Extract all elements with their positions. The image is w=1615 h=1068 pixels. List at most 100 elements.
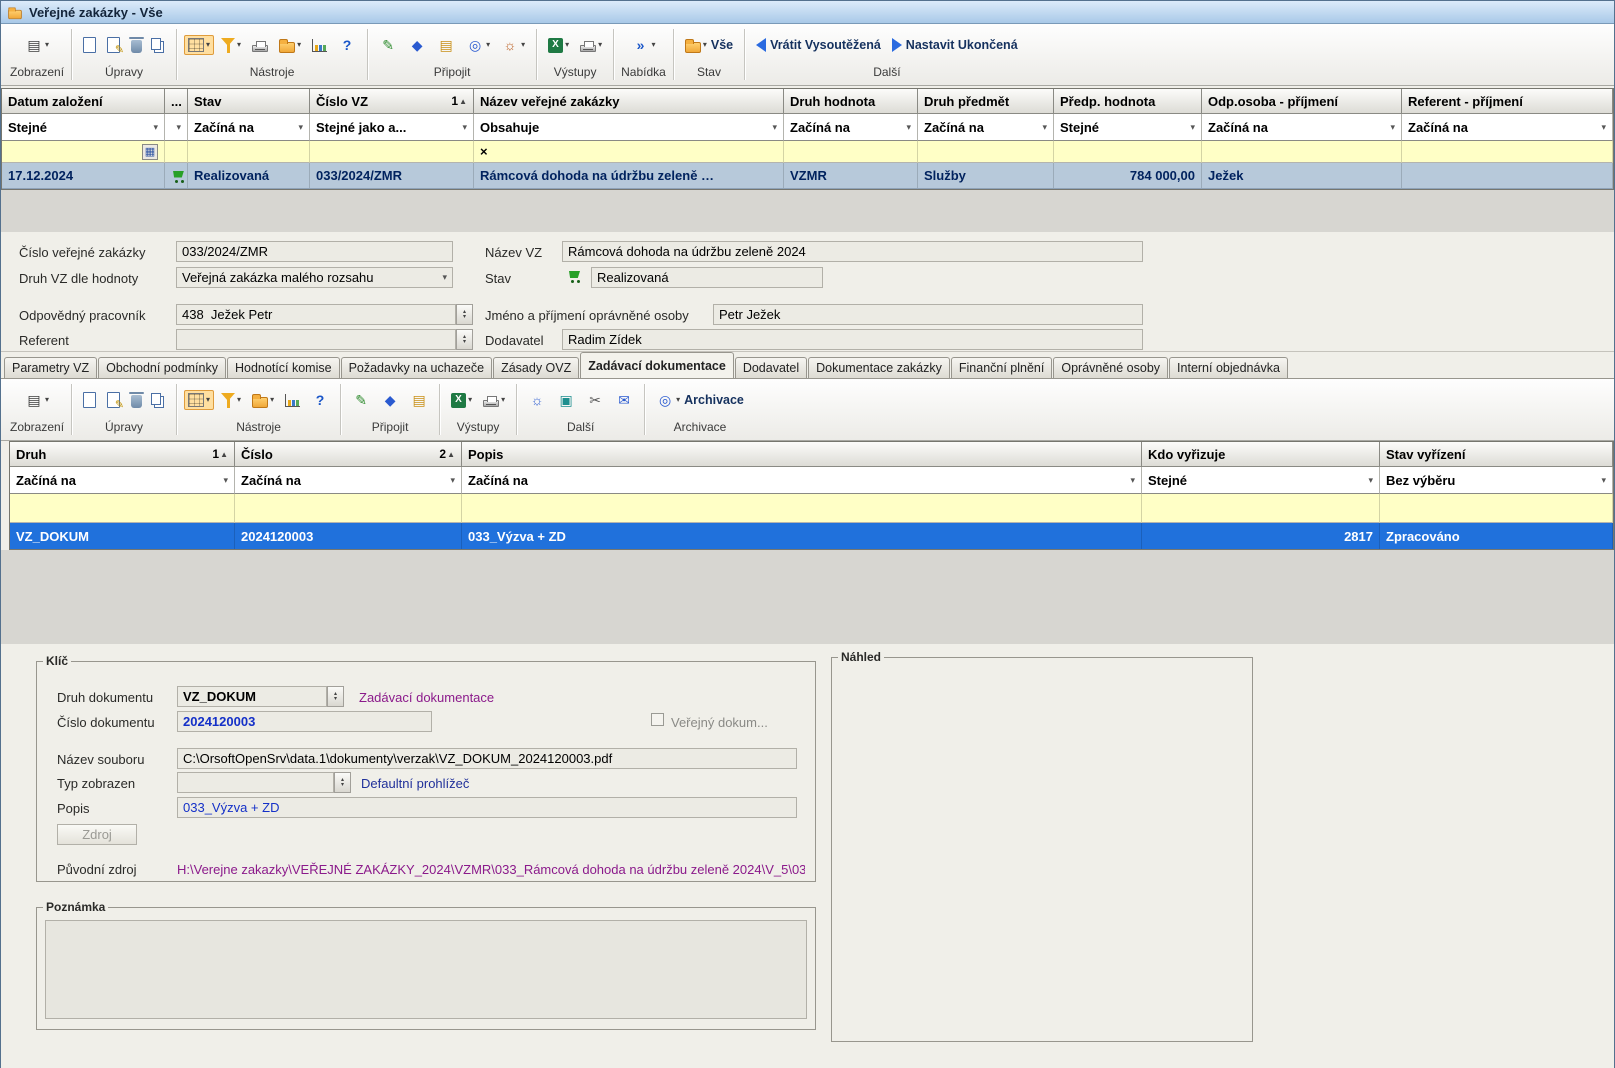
popis-input[interactable]: 033_Výzva + ZD bbox=[177, 797, 797, 818]
filter-nazev-verejne-zakazky[interactable]: Obsahuje▾ bbox=[474, 114, 784, 141]
quick-entry-cell[interactable] bbox=[1202, 141, 1402, 163]
filter-cislo-vz[interactable]: Stejné jako a...▾ bbox=[310, 114, 474, 141]
filter-button[interactable]: ▾ bbox=[217, 390, 245, 410]
grid-settings-button[interactable]: ▾ bbox=[184, 35, 214, 55]
view-layout-button[interactable]: ▤▾ bbox=[21, 33, 53, 57]
quick-entry-cell[interactable] bbox=[310, 141, 474, 163]
cell-druh[interactable]: VZ_DOKUM bbox=[10, 523, 235, 549]
chart-button[interactable] bbox=[308, 36, 331, 55]
quick-entry-cell[interactable] bbox=[1142, 494, 1380, 523]
tab-obchodni-podminky[interactable]: Obchodní podmínky bbox=[98, 357, 226, 378]
quick-entry-cell[interactable] bbox=[188, 141, 310, 163]
cislo-vz-input[interactable]: 033/2024/ZMR bbox=[176, 241, 453, 262]
quick-entry-cell[interactable] bbox=[10, 494, 235, 523]
note-input[interactable] bbox=[45, 920, 807, 1019]
delete-button[interactable] bbox=[127, 389, 146, 411]
nazev-vz-input[interactable]: Rámcová dohoda na údržbu zeleně 2024 bbox=[562, 241, 1143, 262]
grid-settings-button[interactable]: ▾ bbox=[184, 390, 214, 410]
cell-druh-hodnota[interactable]: VZMR bbox=[784, 163, 918, 188]
process-button[interactable]: ☼▾ bbox=[497, 33, 529, 57]
filter-druh[interactable]: Začíná na▾ bbox=[10, 467, 235, 494]
zdroj-button[interactable]: Zdroj bbox=[57, 824, 137, 845]
quick-entry-cell[interactable] bbox=[918, 141, 1054, 163]
tab-zasady-ovz[interactable]: Zásady OVZ bbox=[493, 357, 579, 378]
odpovedny-pracovnik-spinner[interactable]: ▴▾ bbox=[456, 304, 473, 325]
offers-button[interactable]: »▾ bbox=[627, 33, 659, 57]
cell-popis[interactable]: 033_Výzva + ZD bbox=[462, 523, 1142, 549]
tab-pozadavky-na-uchazece[interactable]: Požadavky na uchazeče bbox=[341, 357, 493, 378]
quick-entry-cell[interactable] bbox=[1054, 141, 1202, 163]
column-header-referent-prijmeni[interactable]: Referent - příjmení bbox=[1402, 89, 1613, 114]
cell-druh-predmet[interactable]: Služby bbox=[918, 163, 1054, 188]
cell-datum-zalozeni[interactable]: 17.12.2024 bbox=[2, 163, 165, 188]
tab-interni-objednavka[interactable]: Interní objednávka bbox=[1169, 357, 1288, 378]
quick-entry-cell[interactable] bbox=[784, 141, 918, 163]
cell-kdo-vyrizuje[interactable]: 2817 bbox=[1142, 523, 1380, 549]
grid-data-row[interactable]: 17.12.2024Realizovaná033/2024/ZMRRámcová… bbox=[2, 163, 1613, 189]
monitor-button[interactable]: ▣ bbox=[553, 388, 579, 412]
note-button[interactable]: ✎ bbox=[348, 388, 374, 412]
filter-col[interactable]: ▾ bbox=[165, 114, 188, 141]
edit-button[interactable] bbox=[103, 34, 124, 56]
filter-stav[interactable]: Začíná na▾ bbox=[188, 114, 310, 141]
tab-dokumentace-zakazky[interactable]: Dokumentace zakázky bbox=[808, 357, 950, 378]
tab-opravnene-osoby[interactable]: Oprávněné osoby bbox=[1053, 357, 1168, 378]
column-header-druh-predmet[interactable]: Druh předmět bbox=[918, 89, 1054, 114]
column-header-predp-hodnota[interactable]: Předp. hodnota bbox=[1054, 89, 1202, 114]
quick-entry-cell[interactable] bbox=[165, 141, 188, 163]
state-filter-button[interactable]: ▾Vše bbox=[681, 34, 737, 56]
column-header-stav-vyrizeni[interactable]: Stav vyřízení bbox=[1380, 442, 1613, 467]
cell-cislo[interactable]: 2024120003 bbox=[235, 523, 462, 549]
excel-export-button[interactable]: ▾ bbox=[544, 35, 573, 56]
quick-print-button[interactable] bbox=[248, 35, 272, 55]
column-header-popis[interactable]: Popis bbox=[462, 442, 1142, 467]
scissors-button[interactable]: ✂ bbox=[582, 388, 608, 412]
filter-stav-vyrizeni[interactable]: Bez výběru▾ bbox=[1380, 467, 1613, 494]
folder-search-button[interactable]: ▾ bbox=[248, 389, 278, 411]
druh-dokumentu-spinner[interactable]: ▴▾ bbox=[327, 686, 344, 707]
quick-entry-cell[interactable]: ▦ bbox=[2, 141, 165, 163]
detail-button[interactable] bbox=[79, 34, 100, 56]
typ-zobrazeni-spinner[interactable]: ▴▾ bbox=[334, 772, 351, 793]
media-button[interactable]: ◎▾ bbox=[462, 33, 494, 57]
view-layout-button[interactable]: ▤▾ bbox=[21, 388, 53, 412]
column-header-kdo-vyrizuje[interactable]: Kdo vyřizuje bbox=[1142, 442, 1380, 467]
quick-entry-cell[interactable] bbox=[1380, 494, 1613, 523]
column-header-druh[interactable]: Druh1▲ bbox=[10, 442, 235, 467]
copy-button[interactable] bbox=[149, 38, 169, 53]
odpovedny-pracovnik-input[interactable]: 438 Ježek Petr bbox=[176, 304, 456, 325]
opravnena-osoba-input[interactable]: Petr Ježek bbox=[713, 304, 1143, 325]
filter-kdo-vyrizuje[interactable]: Stejné▾ bbox=[1142, 467, 1380, 494]
tab-dodavatel[interactable]: Dodavatel bbox=[735, 357, 807, 378]
column-header-nazev-verejne-zakazky[interactable]: Název veřejné zakázky bbox=[474, 89, 784, 114]
filter-predp-hodnota[interactable]: Stejné▾ bbox=[1054, 114, 1202, 141]
edit-button[interactable] bbox=[103, 389, 124, 411]
column-header-cislo-vz[interactable]: Číslo VZ1▲ bbox=[310, 89, 474, 114]
referent-input[interactable] bbox=[176, 329, 456, 350]
tab-parametry-vz[interactable]: Parametry VZ bbox=[4, 357, 97, 378]
folder-search-button[interactable]: ▾ bbox=[275, 34, 305, 56]
filter-button[interactable]: ▾ bbox=[217, 35, 245, 55]
lookup-grid-icon[interactable]: ▦ bbox=[142, 144, 158, 160]
pin-button[interactable]: ◆ bbox=[404, 33, 430, 57]
excel-export-button[interactable]: ▾ bbox=[447, 390, 476, 411]
cell-col[interactable] bbox=[165, 163, 188, 188]
cell-predp-hodnota[interactable]: 784 000,00 bbox=[1054, 163, 1202, 188]
tab-financni-plneni[interactable]: Finanční plnění bbox=[951, 357, 1052, 378]
mail-button[interactable]: ✉ bbox=[611, 388, 637, 412]
filter-odp-osoba-prijmeni[interactable]: Začíná na▾ bbox=[1202, 114, 1402, 141]
archive-button[interactable]: ◎▾Archivace bbox=[652, 388, 748, 412]
column-header-datum-zalozeni[interactable]: Datum založení bbox=[2, 89, 165, 114]
cell-cislo-vz[interactable]: 033/2024/ZMR bbox=[310, 163, 474, 188]
quick-entry-cell[interactable] bbox=[235, 494, 462, 523]
column-header-cislo[interactable]: Číslo2▲ bbox=[235, 442, 462, 467]
tab-zadavaci-dokumentace[interactable]: Zadávací dokumentace bbox=[580, 352, 734, 378]
cell-stav[interactable]: Realizovaná bbox=[188, 163, 310, 188]
cell-stav-vyrizeni[interactable]: Zpracováno bbox=[1380, 523, 1613, 549]
return-awarded-button[interactable]: Vrátit Vysoutěžená bbox=[752, 35, 885, 55]
column-header-stav[interactable]: Stav bbox=[188, 89, 310, 114]
print-button[interactable]: ▾ bbox=[576, 35, 606, 55]
column-header-col[interactable]: ... bbox=[165, 89, 188, 114]
column-header-druh-hodnota[interactable]: Druh hodnota bbox=[784, 89, 918, 114]
filter-referent-prijmeni[interactable]: Začíná na▾ bbox=[1402, 114, 1613, 141]
